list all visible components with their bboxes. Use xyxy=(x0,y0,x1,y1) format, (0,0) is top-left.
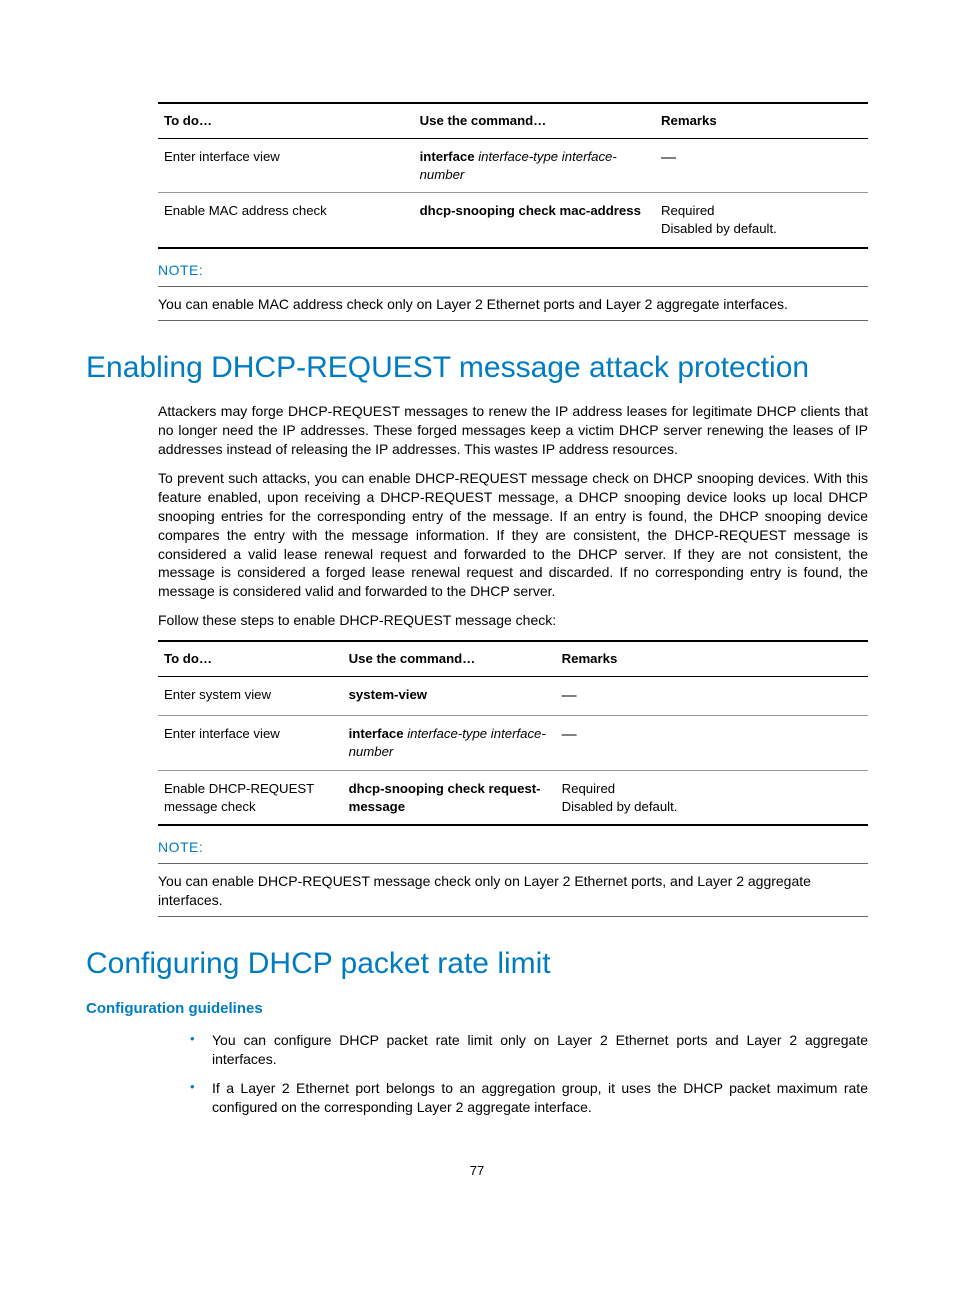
cell-todo: Enable DHCP-REQUEST message check xyxy=(158,770,343,825)
table-row: Enable MAC address check dhcp-snooping c… xyxy=(158,193,868,248)
paragraph: Attackers may forge DHCP-REQUEST message… xyxy=(158,402,868,459)
cell-cmd: interface interface-type interface-numbe… xyxy=(414,138,655,193)
table-row: Enter system view system-view — xyxy=(158,676,868,715)
cell-remarks: RequiredDisabled by default. xyxy=(556,770,868,825)
note-block: NOTE: You can enable MAC address check o… xyxy=(158,261,868,321)
cell-todo: Enter interface view xyxy=(158,716,343,771)
cell-todo: Enter interface view xyxy=(158,138,414,193)
th-todo: To do… xyxy=(158,641,343,676)
note-text: You can enable DHCP-REQUEST message chec… xyxy=(158,868,868,917)
note-text: You can enable MAC address check only on… xyxy=(158,291,868,321)
paragraph: Follow these steps to enable DHCP-REQUES… xyxy=(158,611,868,630)
guidelines-list: You can configure DHCP packet rate limit… xyxy=(190,1027,868,1123)
th-cmd: Use the command… xyxy=(414,103,655,138)
table-row: Enter interface view interface interface… xyxy=(158,716,868,771)
heading-rate-limit: Configuring DHCP packet rate limit xyxy=(86,945,868,983)
cell-cmd: dhcp-snooping check request-message xyxy=(343,770,556,825)
cell-remarks: — xyxy=(655,138,868,193)
cell-cmd: interface interface-type interface-numbe… xyxy=(343,716,556,771)
paragraph: To prevent such attacks, you can enable … xyxy=(158,469,868,601)
page-number: 77 xyxy=(86,1162,868,1180)
table-mac-check: To do… Use the command… Remarks Enter in… xyxy=(158,102,868,249)
list-item: If a Layer 2 Ethernet port belongs to an… xyxy=(190,1075,868,1123)
th-remarks: Remarks xyxy=(556,641,868,676)
note-label: NOTE: xyxy=(158,838,868,859)
list-item: You can configure DHCP packet rate limit… xyxy=(190,1027,868,1075)
th-todo: To do… xyxy=(158,103,414,138)
heading-dhcp-request-protection: Enabling DHCP-REQUEST message attack pro… xyxy=(86,349,868,387)
note-block: NOTE: You can enable DHCP-REQUEST messag… xyxy=(158,838,868,917)
cell-todo: Enter system view xyxy=(158,676,343,715)
table-row: Enter interface view interface interface… xyxy=(158,138,868,193)
cell-remarks: — xyxy=(556,716,868,771)
table-request-check: To do… Use the command… Remarks Enter sy… xyxy=(158,640,868,826)
cell-todo: Enable MAC address check xyxy=(158,193,414,248)
table-row: Enable DHCP-REQUEST message check dhcp-s… xyxy=(158,770,868,825)
cell-remarks: — xyxy=(556,676,868,715)
subheading-guidelines: Configuration guidelines xyxy=(86,999,868,1019)
cell-cmd: dhcp-snooping check mac-address xyxy=(414,193,655,248)
cell-remarks: RequiredDisabled by default. xyxy=(655,193,868,248)
cell-cmd: system-view xyxy=(343,676,556,715)
note-label: NOTE: xyxy=(158,261,868,282)
th-cmd: Use the command… xyxy=(343,641,556,676)
th-remarks: Remarks xyxy=(655,103,868,138)
